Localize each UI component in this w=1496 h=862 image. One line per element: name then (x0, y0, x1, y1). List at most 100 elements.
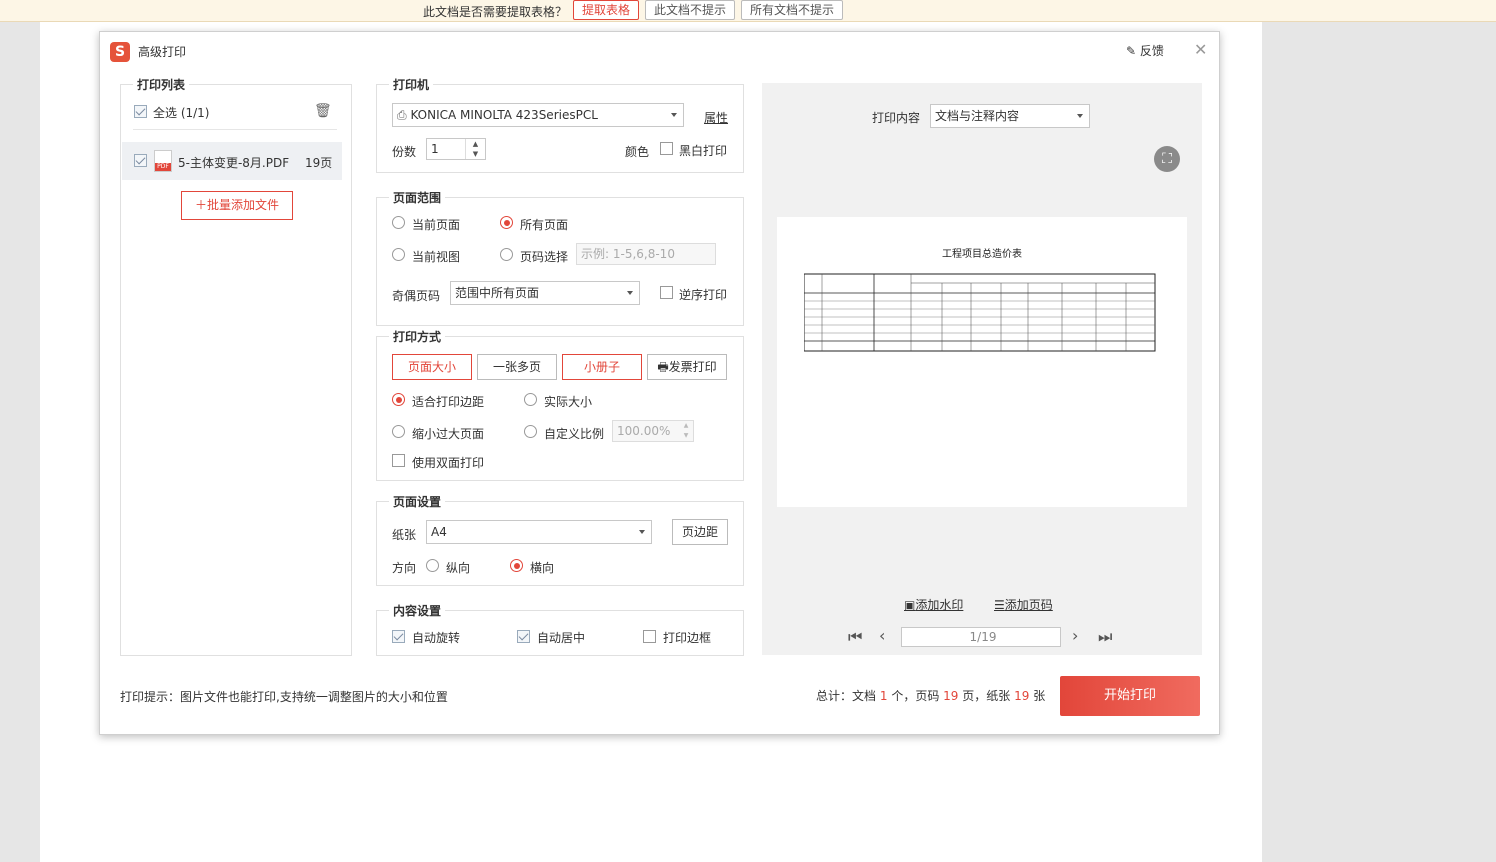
shrink-radio[interactable] (392, 425, 405, 438)
first-page-icon[interactable]: ⏮ (848, 627, 862, 647)
file-pages: 19页 (305, 156, 333, 170)
odd-even-select[interactable]: 范围中所有页面 (450, 281, 640, 305)
page-number-icon: ☰ (994, 598, 1005, 612)
start-print-button[interactable]: 开始打印 (1060, 676, 1200, 716)
chevron-down-icon (1077, 114, 1083, 118)
printer-select[interactable]: ⎙ KONICA MINOLTA 423SeriesPCL (392, 103, 684, 127)
odd-even-value: 范围中所有页面 (455, 286, 540, 300)
copies-value: 1 (431, 142, 439, 156)
printer-icon: ⎙ (397, 108, 407, 122)
stepper-arrows-icon[interactable]: ▲ ▼ (465, 139, 485, 159)
duplex-checkbox[interactable] (392, 454, 405, 467)
extract-table-infobar: 此文档是否需要提取表格？ 提取表格 此文档不提示 所有文档不提示 (0, 0, 1496, 22)
page-setup-section: 页面设置 纸张 A4 页边距 方向 纵向 横向 (376, 493, 744, 586)
odd-even-label: 奇偶页码 (392, 289, 441, 303)
multi-page-button[interactable]: 一张多页 (477, 354, 557, 380)
print-border-checkbox[interactable] (643, 630, 656, 643)
color-label: 颜色 (625, 145, 650, 159)
feedback-label: 反馈 (1139, 44, 1164, 58)
invoice-print-button[interactable]: 🖶发票打印 (647, 354, 727, 380)
no-prompt-all-button[interactable]: 所有文档不提示 (741, 0, 844, 20)
close-icon[interactable]: ✕ (1194, 40, 1207, 59)
page-select-input[interactable]: 示例: 1-5,6,8-10 (576, 243, 716, 265)
auto-rotate-label: 自动旋转 (412, 631, 461, 645)
watermark-icon: ▣ (904, 598, 916, 612)
pdf-file-icon: PDF (154, 150, 172, 172)
chevron-down-icon (627, 291, 633, 295)
all-pages-label: 所有页面 (520, 218, 569, 232)
paper-label: 纸张 (392, 528, 417, 542)
print-content-value: 文档与注释内容 (935, 109, 1020, 123)
file-name: 5-主体变更-8月.PDF (178, 156, 290, 170)
orientation-label: 方向 (392, 561, 417, 575)
extract-table-button[interactable]: 提取表格 (573, 0, 640, 20)
feedback-button[interactable]: ✎ 反馈 (1126, 42, 1164, 59)
trash-icon[interactable]: 🗑 (314, 103, 332, 119)
print-list-section: 打印列表 全选 (1/1) 🗑 PDF 5-主体变更-8月.PDF 19页 ＋批… (120, 76, 352, 656)
all-pages-radio[interactable] (500, 216, 513, 229)
print-mode-section: 打印方式 页面大小 一张多页 小册子 🖶发票打印 适合打印边距 实际大小 缩小过… (376, 328, 744, 481)
no-prompt-doc-button[interactable]: 此文档不提示 (645, 0, 736, 20)
custom-scale-radio[interactable] (524, 425, 537, 438)
copies-label: 份数 (392, 145, 417, 159)
printer-title: 打印机 (389, 76, 434, 93)
auto-center-checkbox[interactable] (517, 630, 530, 643)
landscape-radio[interactable] (510, 559, 523, 572)
add-page-number-link[interactable]: ☰添加页码 (994, 596, 1053, 613)
sheet-count: 19 (1014, 689, 1030, 703)
custom-scale-input[interactable]: 100.00% ▲ ▼ (612, 420, 694, 442)
prev-page-icon[interactable]: ‹ (879, 626, 885, 645)
batch-add-files-button[interactable]: ＋批量添加文件 (181, 191, 293, 220)
print-content-select[interactable]: 文档与注释内容 (930, 104, 1090, 128)
paper-select[interactable]: A4 (426, 520, 652, 544)
page-setup-title: 页面设置 (389, 493, 446, 510)
page-range-section: 页面范围 当前页面 所有页面 当前视图 页码选择 示例: 1-5,6,8-10 … (376, 189, 744, 326)
current-page-label: 当前页面 (412, 218, 461, 232)
shrink-label: 缩小过大页面 (412, 427, 485, 441)
page-select-label: 页码选择 (520, 250, 569, 264)
bw-print-label: 黑白打印 (679, 144, 728, 158)
reverse-print-checkbox[interactable] (660, 286, 673, 299)
divider (133, 129, 337, 130)
invoice-print-label: 发票打印 (668, 360, 717, 374)
print-list-title: 打印列表 (133, 76, 190, 93)
reverse-print-label: 逆序打印 (679, 288, 728, 302)
page-indicator-input[interactable]: 1/19 (901, 627, 1061, 647)
duplex-label: 使用双面打印 (412, 456, 485, 470)
file-list-item[interactable]: PDF 5-主体变更-8月.PDF 19页 (122, 142, 342, 180)
custom-scale-label: 自定义比例 (544, 427, 605, 441)
scale-value: 100.00% (617, 424, 671, 438)
actual-size-radio[interactable] (524, 393, 537, 406)
bw-print-checkbox[interactable] (660, 142, 673, 155)
fullscreen-icon[interactable]: ⛶ (1154, 146, 1180, 172)
preview-page: 工程项目总造价表 (777, 217, 1187, 507)
current-view-label: 当前视图 (412, 250, 461, 264)
margin-button[interactable]: 页边距 (672, 519, 728, 545)
invoice-icon: 🖶 (657, 360, 669, 374)
current-page-radio[interactable] (392, 216, 405, 229)
select-all-checkbox[interactable] (134, 105, 147, 118)
page-select-radio[interactable] (500, 248, 513, 261)
auto-rotate-checkbox[interactable] (392, 630, 405, 643)
copies-stepper[interactable]: 1 ▲ ▼ (426, 138, 486, 160)
printer-properties-link[interactable]: 属性 (704, 109, 728, 126)
file-checkbox[interactable] (134, 154, 147, 167)
paper-value: A4 (431, 525, 447, 539)
infobar-question: 此文档是否需要提取表格？ (423, 5, 568, 19)
landscape-label: 横向 (530, 561, 555, 575)
fit-margin-radio[interactable] (392, 393, 405, 406)
printer-selected: KONICA MINOLTA 423SeriesPCL (410, 108, 598, 122)
add-watermark-link[interactable]: ▣添加水印 (904, 596, 963, 613)
last-page-icon[interactable]: ⏭ (1098, 627, 1112, 647)
feedback-icon: ✎ (1126, 44, 1137, 58)
current-view-radio[interactable] (392, 248, 405, 261)
page-size-button[interactable]: 页面大小 (392, 354, 472, 380)
portrait-radio[interactable] (426, 559, 439, 572)
add-page-number-label: 添加页码 (1004, 598, 1053, 612)
chevron-down-icon (639, 530, 645, 534)
next-page-icon[interactable]: › (1072, 626, 1078, 645)
print-content-label: 打印内容 (872, 111, 921, 125)
booklet-button[interactable]: 小册子 (562, 354, 642, 380)
preview-doc-title: 工程项目总造价表 (942, 249, 1022, 260)
plus-icon: ＋ (194, 198, 207, 212)
